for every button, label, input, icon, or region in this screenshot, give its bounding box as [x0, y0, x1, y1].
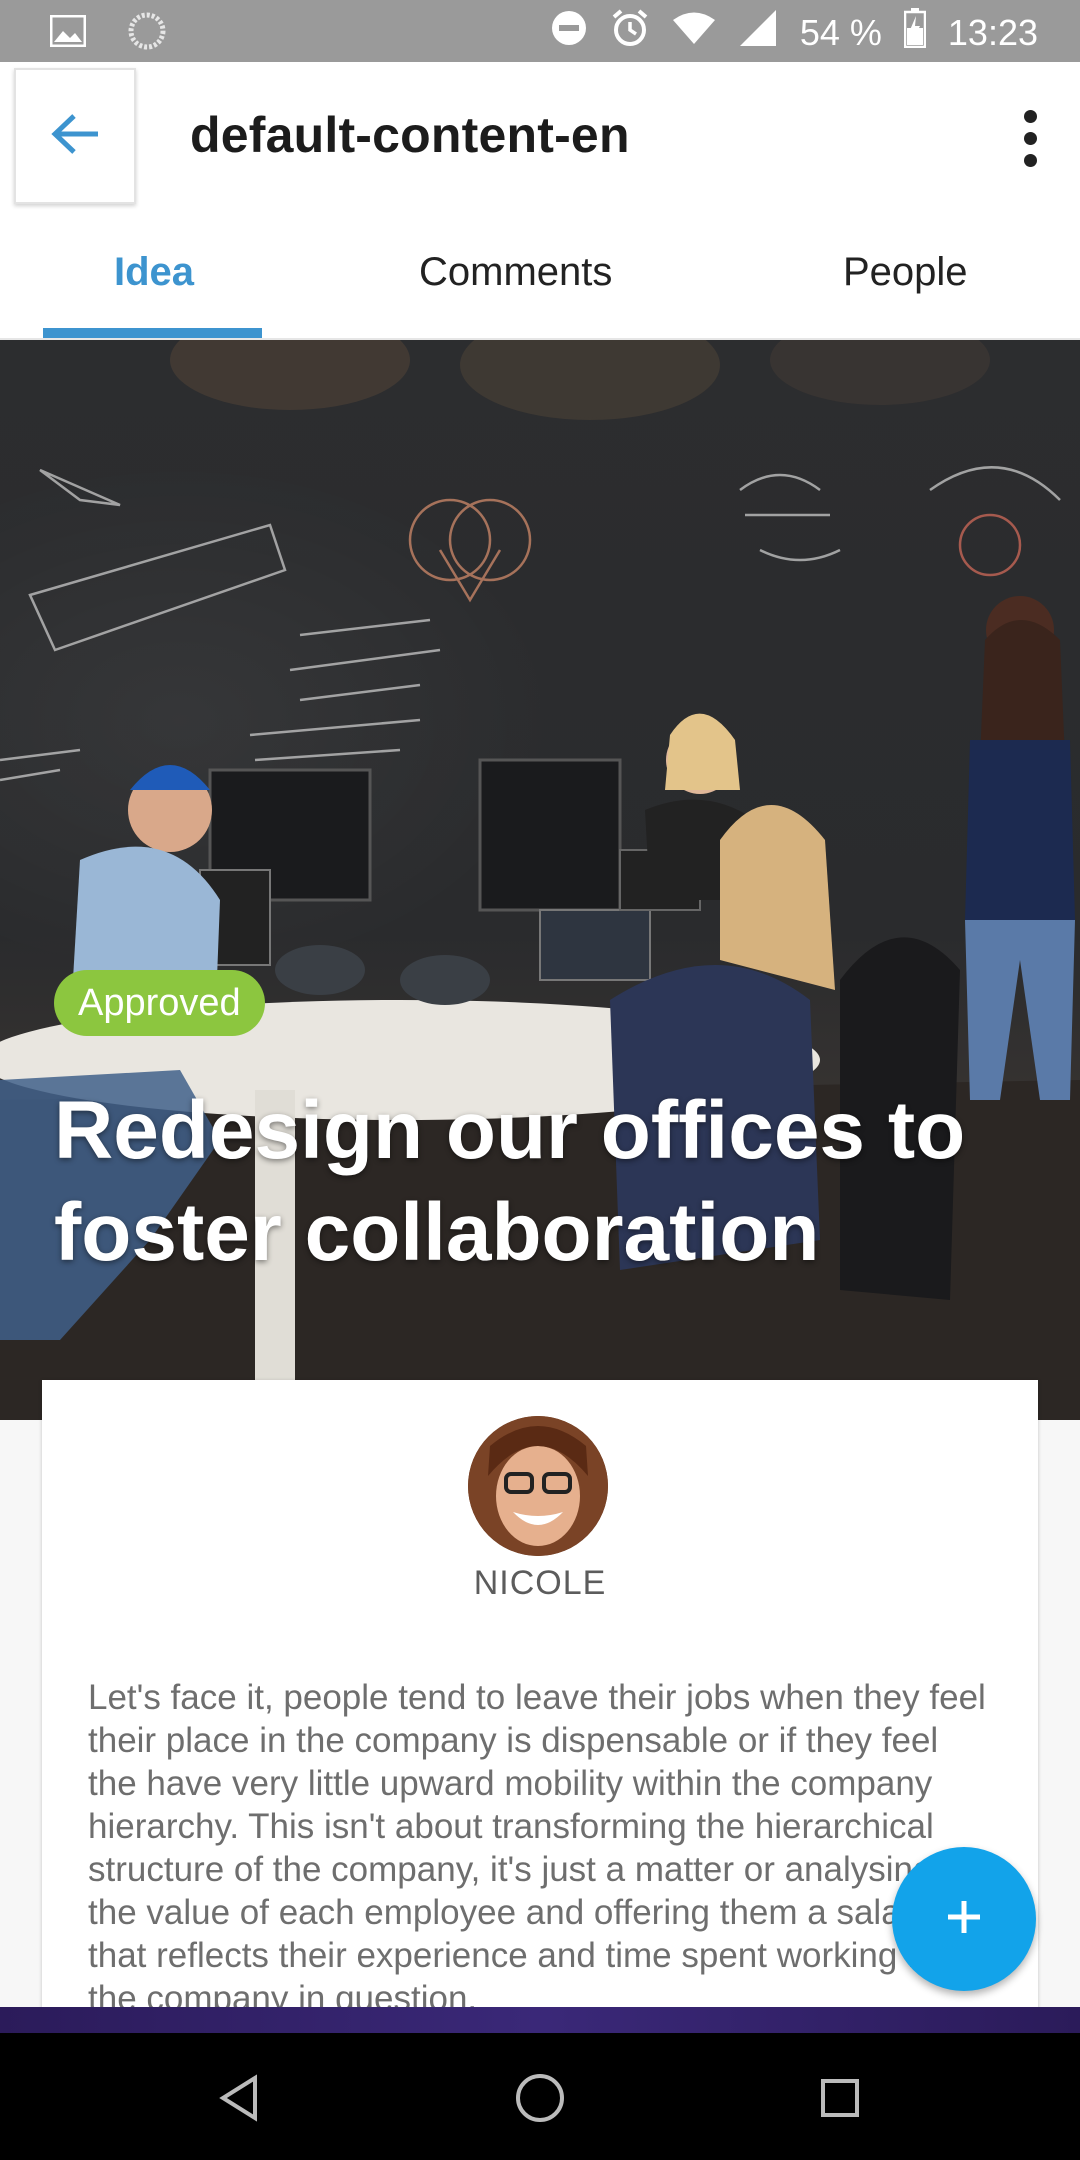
- status-badge: Approved: [54, 970, 265, 1036]
- active-tab-indicator: [43, 328, 262, 338]
- back-triangle-icon[interactable]: [205, 2063, 275, 2133]
- tab-idea[interactable]: Idea: [114, 250, 194, 295]
- plus-icon: [944, 1897, 984, 1942]
- signal-icon: [738, 8, 778, 57]
- avatar[interactable]: [468, 1416, 608, 1556]
- app-bar: default-content-en: [0, 62, 1080, 212]
- do-not-disturb-icon: [550, 9, 588, 56]
- battery-icon: [903, 8, 927, 57]
- arrow-left-icon: [50, 112, 100, 161]
- image-icon: [49, 14, 87, 52]
- sync-icon: [128, 12, 166, 55]
- home-circle-icon[interactable]: [505, 2063, 575, 2133]
- page-title: default-content-en: [190, 107, 630, 163]
- idea-description: Let's face it, people tend to leave thei…: [88, 1678, 986, 2018]
- more-vert-icon[interactable]: [1020, 110, 1040, 170]
- battery-percent: 54 %: [799, 11, 882, 53]
- tab-people[interactable]: People: [843, 250, 968, 295]
- system-nav-bar: [0, 2033, 1080, 2160]
- add-fab-button[interactable]: [892, 1847, 1036, 1991]
- bottom-accent-strip: [0, 2007, 1080, 2033]
- status-bar: 54 % 13:23: [0, 0, 1080, 62]
- hero-image: Approved Redesign our offices to foster …: [0, 340, 1080, 1420]
- back-button[interactable]: [14, 68, 136, 204]
- recents-square-icon[interactable]: [805, 2063, 875, 2133]
- wifi-icon: [672, 11, 716, 54]
- idea-card: NICOLE Let's face it, people tend to lea…: [42, 1380, 1038, 2020]
- clock: 13:23: [947, 11, 1038, 53]
- alarm-icon: [610, 8, 650, 57]
- author-name: NICOLE: [473, 1564, 607, 1602]
- tab-bar: Idea Comments People: [0, 212, 1080, 340]
- idea-title: Redesign our offices to foster collabora…: [54, 1085, 966, 1278]
- tab-comments[interactable]: Comments: [419, 250, 612, 295]
